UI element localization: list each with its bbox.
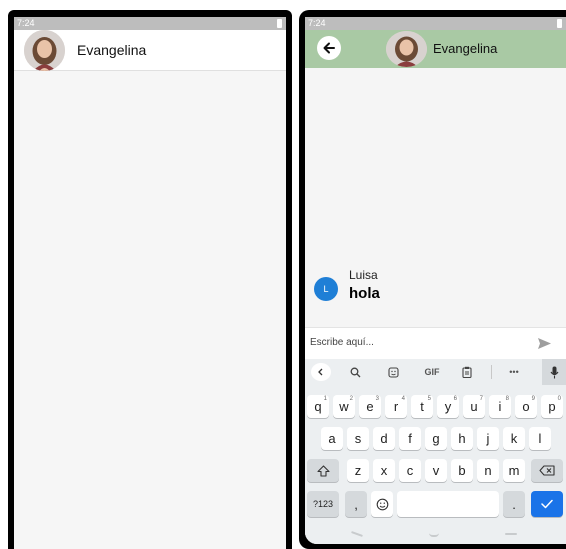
key-i[interactable]: i8 bbox=[489, 395, 511, 418]
backspace-icon bbox=[539, 465, 555, 476]
key-m[interactable]: m bbox=[503, 459, 525, 482]
sticker-button[interactable] bbox=[385, 363, 401, 381]
status-bar: 7:24 bbox=[305, 17, 566, 30]
space-key[interactable] bbox=[397, 491, 499, 517]
contact-avatar bbox=[386, 31, 427, 67]
emoji-icon bbox=[376, 498, 388, 510]
symbols-key[interactable]: ?123 bbox=[307, 491, 339, 517]
key-l[interactable]: l bbox=[529, 427, 551, 450]
voice-input-button[interactable] bbox=[542, 359, 566, 385]
key-z[interactable]: z bbox=[347, 459, 369, 482]
key-p[interactable]: p0 bbox=[541, 395, 563, 418]
checkmark-icon bbox=[541, 499, 553, 509]
arrow-left-icon bbox=[323, 42, 335, 54]
key-s[interactable]: s bbox=[347, 427, 369, 450]
more-options-button[interactable]: ••• bbox=[505, 363, 523, 381]
system-navigation-bar bbox=[305, 527, 566, 544]
status-bar: 7:24 bbox=[14, 17, 286, 30]
key-e[interactable]: e3 bbox=[359, 395, 381, 418]
enter-key[interactable] bbox=[531, 491, 563, 517]
sender-avatar: L bbox=[314, 277, 338, 301]
clipboard-button[interactable] bbox=[459, 363, 475, 381]
shift-icon bbox=[316, 464, 330, 477]
key-h[interactable]: h bbox=[451, 427, 473, 450]
chat-list-item[interactable]: Evangelina bbox=[14, 29, 286, 71]
key-d[interactable]: d bbox=[373, 427, 395, 450]
key-g[interactable]: g bbox=[425, 427, 447, 450]
clipboard-icon bbox=[462, 366, 472, 378]
sticker-icon bbox=[387, 366, 399, 378]
key-j[interactable]: j bbox=[477, 427, 499, 450]
key-w[interactable]: w2 bbox=[333, 395, 355, 418]
battery-icon bbox=[277, 19, 282, 28]
contact-name: Evangelina bbox=[77, 42, 147, 58]
period-key[interactable]: . bbox=[503, 491, 525, 517]
key-y[interactable]: y6 bbox=[437, 395, 459, 418]
key-x[interactable]: x bbox=[373, 459, 395, 482]
keyboard-collapse-button[interactable] bbox=[311, 363, 331, 381]
status-time: 7:24 bbox=[308, 18, 326, 28]
search-icon bbox=[350, 367, 360, 377]
nav-back-icon[interactable] bbox=[351, 531, 363, 537]
message-composer: Escribe aquí... bbox=[305, 327, 566, 359]
message: L Luisa hola bbox=[314, 268, 380, 302]
keyboard-toolbar: GIF ••• bbox=[305, 359, 566, 385]
left-phone: 7:24 Evangelina bbox=[8, 10, 292, 549]
microphone-icon bbox=[550, 366, 558, 378]
message-list: L Luisa hola bbox=[305, 68, 566, 317]
message-text: hola bbox=[349, 285, 380, 302]
message-input[interactable]: Escribe aquí... bbox=[310, 337, 374, 348]
key-o[interactable]: o9 bbox=[515, 395, 537, 418]
emoji-key[interactable] bbox=[371, 491, 393, 517]
key-f[interactable]: f bbox=[399, 427, 421, 450]
nav-home-icon[interactable] bbox=[429, 533, 439, 537]
toolbar-divider bbox=[491, 365, 492, 379]
chat-header: Evangelina bbox=[305, 30, 566, 68]
nav-keyboard-hide-icon[interactable] bbox=[505, 533, 517, 535]
battery-icon bbox=[557, 19, 562, 28]
shift-key[interactable] bbox=[307, 459, 339, 482]
key-u[interactable]: u7 bbox=[463, 395, 485, 418]
keyboard: GIF ••• q1 w2 e3 r4 t5 y6 u7 i8 o 9 p 0 … bbox=[305, 359, 566, 544]
message-sender: Luisa bbox=[349, 268, 378, 282]
status-time: 7:24 bbox=[17, 18, 35, 28]
key-c[interactable]: c bbox=[399, 459, 421, 482]
send-icon[interactable] bbox=[537, 337, 552, 350]
left-screen: 7:24 Evangelina bbox=[14, 17, 286, 549]
right-phone: 7:24 Evangelina L Luisa hola Escribe aqu… bbox=[299, 10, 566, 549]
key-v[interactable]: v bbox=[425, 459, 447, 482]
key-k[interactable]: k bbox=[503, 427, 525, 450]
chevron-left-icon bbox=[318, 368, 323, 376]
key-b[interactable]: b bbox=[451, 459, 473, 482]
contact-name: Evangelina bbox=[433, 41, 498, 56]
key-a[interactable]: a bbox=[321, 427, 343, 450]
key-t[interactable]: t5 bbox=[411, 395, 433, 418]
key-n[interactable]: n bbox=[477, 459, 499, 482]
back-button[interactable] bbox=[317, 36, 341, 60]
backspace-key[interactable] bbox=[531, 459, 563, 482]
contact-avatar bbox=[24, 29, 65, 71]
comma-key[interactable]: , bbox=[345, 491, 367, 517]
key-q[interactable]: q1 bbox=[307, 395, 329, 418]
right-screen: 7:24 Evangelina L Luisa hola Escribe aqu… bbox=[305, 17, 566, 544]
keyboard-search-button[interactable] bbox=[347, 363, 363, 381]
key-r[interactable]: r4 bbox=[385, 395, 407, 418]
gif-button[interactable]: GIF bbox=[421, 363, 443, 381]
